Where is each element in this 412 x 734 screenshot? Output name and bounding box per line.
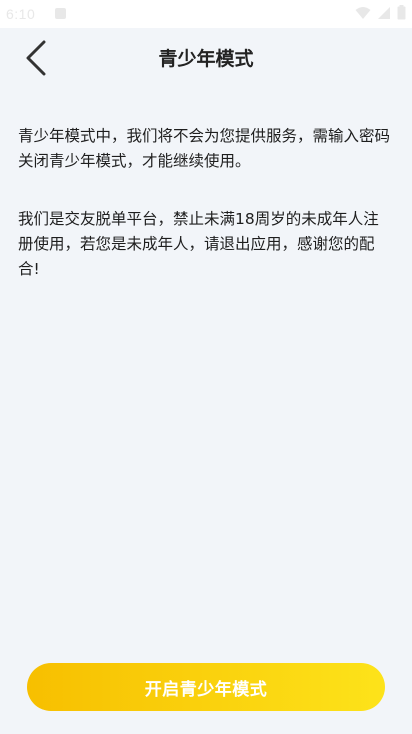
status-icons — [355, 5, 406, 20]
notice-paragraph-age-restriction: 我们是交友脱单平台，禁止未满18周岁的未成年人注册使用，若您是未成年人，请退出应… — [18, 210, 379, 278]
enable-youth-mode-button-label: 开启青少年模式 — [144, 679, 268, 700]
content-area: 青少年模式中，我们将不会为您提供服务，需输入密码关闭青少年模式，才能继续使用。 … — [18, 124, 394, 282]
battery-icon — [397, 5, 406, 20]
status-bar: 6:10 — [0, 0, 412, 28]
cellular-signal-icon — [378, 6, 390, 19]
status-time: 6:10 — [6, 6, 36, 22]
wifi-icon — [355, 6, 371, 19]
enable-youth-mode-button[interactable]: 开启青少年模式 — [27, 663, 385, 711]
notification-icon — [55, 8, 66, 19]
notice-paragraph-youth-mode: 青少年模式中，我们将不会为您提供服务，需输入密码关闭青少年模式，才能继续使用。 — [18, 127, 391, 170]
page-title: 青少年模式 — [158, 48, 254, 70]
navigation-bar: 青少年模式 — [0, 28, 412, 88]
